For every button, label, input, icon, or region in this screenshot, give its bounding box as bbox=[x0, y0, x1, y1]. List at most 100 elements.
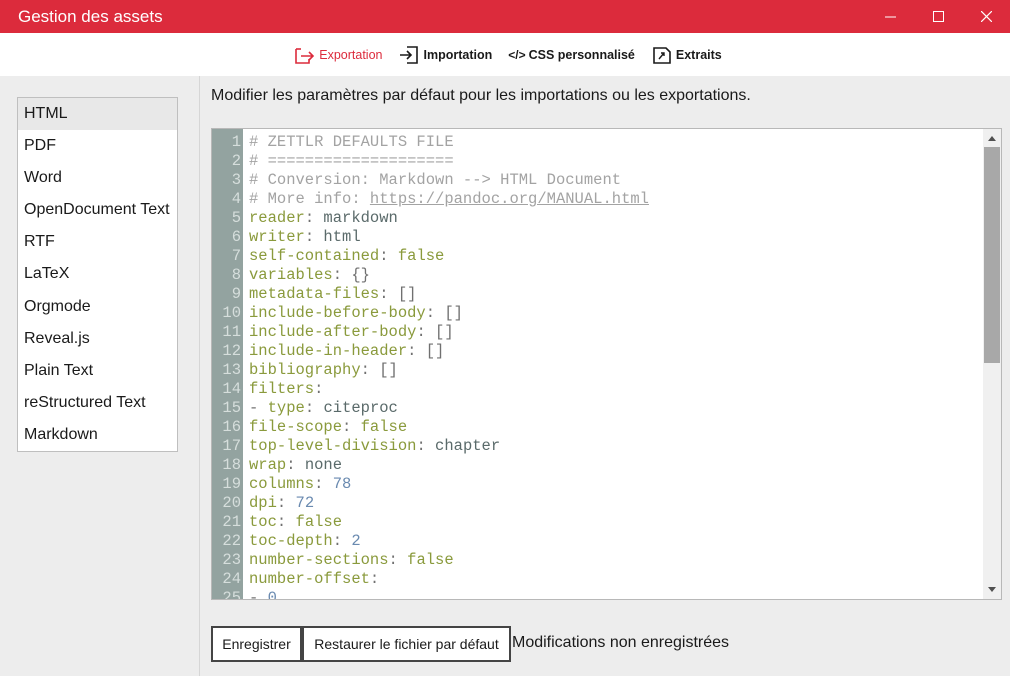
code-line: 2 # ==================== bbox=[212, 152, 984, 171]
code-token: : [] bbox=[416, 323, 454, 341]
code-token: : bbox=[369, 570, 380, 588]
code-line: 23 number-sections: false bbox=[212, 551, 984, 570]
code-line: 19 columns: 78 bbox=[212, 475, 984, 494]
line-number: 13 bbox=[222, 361, 241, 379]
code-token: 0 bbox=[267, 589, 277, 600]
tab-label: CSS personnalisé bbox=[528, 47, 635, 62]
restore-default-button[interactable]: Restaurer le fichier par défaut bbox=[302, 626, 511, 662]
code-token: html bbox=[323, 228, 361, 246]
code-content[interactable]: 1 # ZETTLR DEFAULTS FILE 2 # ==============… bbox=[212, 133, 984, 600]
window-title: Gestion des assets bbox=[18, 6, 163, 26]
code-token: : bbox=[416, 437, 436, 455]
line-number: 25 bbox=[222, 589, 241, 600]
sidebar-item-opendocument-text[interactable]: OpenDocument Text bbox=[18, 194, 177, 226]
code-line: 1 # ZETTLR DEFAULTS FILE bbox=[212, 133, 984, 152]
code-token: : bbox=[332, 532, 352, 550]
code-token: : {} bbox=[332, 266, 370, 284]
page-description: Modifier les paramètres par défaut pour … bbox=[211, 87, 751, 104]
tab-css-personnalise[interactable]: </> CSS personnalisé bbox=[506, 48, 637, 62]
code-token: false bbox=[295, 513, 343, 531]
code-token: : [] bbox=[407, 342, 445, 360]
code-token: # ZETTLR DEFAULTS FILE bbox=[249, 133, 454, 151]
line-number: 12 bbox=[222, 342, 241, 360]
code-token: : bbox=[304, 228, 324, 246]
sidebar-item-reveal-js[interactable]: Reveal.js bbox=[18, 323, 177, 355]
code-line: 5 reader: markdown bbox=[212, 209, 984, 228]
line-number: 23 bbox=[222, 551, 241, 569]
code-line: 4 # More info: https://pandoc.org/MANUAL.… bbox=[212, 190, 984, 209]
code-line: 15- type: citeproc bbox=[212, 399, 984, 418]
code-link[interactable]: https://pandoc.org/MANUAL.html bbox=[370, 190, 649, 208]
line-code: # More info: https://pandoc.org/MANUAL.h… bbox=[243, 190, 649, 209]
code-token: metadata-files bbox=[249, 285, 380, 303]
code-token: type bbox=[267, 399, 305, 417]
editor-scrollbar[interactable] bbox=[983, 129, 1001, 599]
code-token: 78 bbox=[332, 475, 352, 493]
line-number: 1 bbox=[231, 133, 241, 151]
line-number: 20 bbox=[222, 494, 241, 512]
tab-extraits[interactable]: Extraits bbox=[649, 45, 724, 65]
sidebar-item-latex[interactable]: LaTeX bbox=[18, 258, 177, 290]
maximize-button[interactable] bbox=[914, 0, 962, 33]
sidebar-panel: HTML PDF Word OpenDocument Text RTF LaTeX Orgm… bbox=[0, 76, 200, 676]
line-code: self-contained: false bbox=[243, 247, 444, 266]
code-line: 22 toc-depth: 2 bbox=[212, 532, 984, 551]
line-code: filters: bbox=[243, 380, 323, 399]
close-button[interactable] bbox=[962, 0, 1010, 33]
sidebar-item-restructured-text[interactable]: reStructured Text bbox=[18, 387, 177, 419]
tab-importation[interactable]: Importation bbox=[396, 45, 494, 65]
code-token: none bbox=[304, 456, 343, 474]
line-number: 10 bbox=[222, 304, 241, 322]
scroll-thumb[interactable] bbox=[984, 147, 1000, 363]
sidebar-item-html[interactable]: HTML bbox=[18, 98, 177, 131]
line-code: - 0 bbox=[243, 589, 277, 600]
code-token: 72 bbox=[295, 494, 315, 512]
line-code: wrap: none bbox=[243, 456, 342, 475]
code-token: : bbox=[342, 418, 361, 436]
code-token: file-scope bbox=[249, 418, 343, 436]
line-code: - type: citeproc bbox=[243, 399, 398, 418]
line-number: 11 bbox=[222, 323, 241, 341]
sidebar-item-word[interactable]: Word bbox=[18, 162, 177, 194]
code-token: toc-depth bbox=[249, 532, 333, 550]
code-token: 2 bbox=[351, 532, 361, 550]
code-line: 25- 0 bbox=[212, 589, 984, 600]
snippet-icon bbox=[653, 46, 671, 64]
line-number: 18 bbox=[222, 456, 241, 474]
code-token: filters bbox=[249, 380, 315, 398]
sidebar-item-pdf[interactable]: PDF bbox=[18, 130, 177, 162]
sidebar-item-plain-text[interactable]: Plain Text bbox=[18, 355, 177, 387]
format-list: HTML PDF Word OpenDocument Text RTF LaTeX Orgm… bbox=[17, 97, 178, 453]
save-button[interactable]: Enregistrer bbox=[211, 626, 302, 662]
sidebar-item-orgmode[interactable]: Orgmode bbox=[18, 291, 177, 323]
sidebar-item-markdown[interactable]: Markdown bbox=[18, 419, 177, 451]
code-line: 16 file-scope: false bbox=[212, 418, 984, 437]
code-token: reader bbox=[249, 209, 305, 227]
line-code: variables: {} bbox=[243, 266, 370, 285]
sidebar-item-rtf[interactable]: RTF bbox=[18, 226, 177, 258]
minimize-button[interactable] bbox=[866, 0, 914, 33]
code-line: 13 bibliography: [] bbox=[212, 361, 984, 380]
code-line: 14 filters: bbox=[212, 380, 984, 399]
code-token: : bbox=[276, 513, 296, 531]
code-editor[interactable]: 1 # ZETTLR DEFAULTS FILE 2 # ==============… bbox=[211, 128, 1002, 600]
code-token: toc bbox=[249, 513, 277, 531]
code-token: : [] bbox=[379, 285, 417, 303]
code-line: 11 include-after-body: [] bbox=[212, 323, 984, 342]
scroll-up-button[interactable] bbox=[983, 129, 1001, 147]
title-bar: Gestion des assets bbox=[0, 0, 1010, 33]
tab-label: Exportation bbox=[319, 47, 383, 62]
code-token: number-offset bbox=[249, 570, 370, 588]
line-number: 22 bbox=[222, 532, 241, 550]
code-token: include-before-body bbox=[249, 304, 426, 322]
code-token: # ==================== bbox=[249, 152, 454, 170]
scroll-down-button[interactable] bbox=[983, 581, 1001, 599]
line-code: # ==================== bbox=[243, 152, 454, 171]
code-token: : [] bbox=[360, 361, 398, 379]
save-status: Modifications non enregistrées bbox=[512, 634, 730, 651]
code-token: : bbox=[286, 456, 305, 474]
line-code: bibliography: [] bbox=[243, 361, 398, 380]
code-token: : bbox=[276, 494, 296, 512]
tab-exportation[interactable]: Exportation bbox=[292, 45, 384, 65]
code-token: top-level-division bbox=[249, 437, 417, 455]
